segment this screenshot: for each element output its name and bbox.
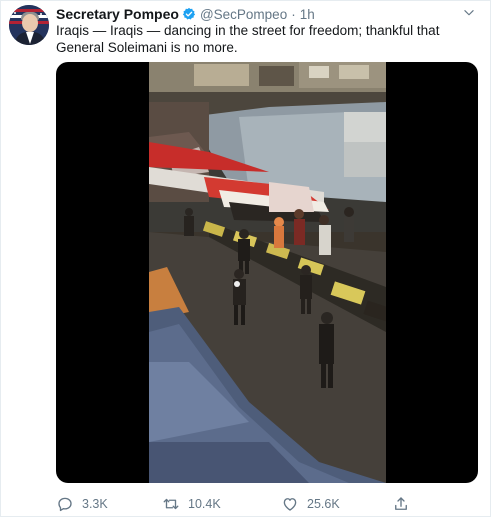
verified-badge-icon [182,7,196,20]
tweet-text-line: General Soleimani is no more. [56,40,238,55]
tweet-actions: 3.3K 10.4K 25.6K [56,494,456,514]
tweet-header: Secretary Pompeo @SecPompeo · 1h [56,6,315,22]
share-icon [395,497,407,510]
retweet-icon [163,498,179,510]
street-scene-image [149,62,386,483]
reply-count: 3.3K [82,497,108,511]
display-name[interactable]: Secretary Pompeo [56,6,179,22]
reply-icon [58,497,72,512]
tweet-text-line: Iraqis — Iraqis — dancing in the street … [56,23,440,38]
retweet-count: 10.4K [188,497,221,511]
separator-dot: · [291,6,296,22]
retweet-button[interactable]: 10.4K [162,494,221,514]
like-icon [283,498,297,511]
handle[interactable]: @SecPompeo [200,7,287,22]
chevron-down-icon[interactable] [462,6,476,20]
share-button[interactable] [392,494,418,514]
tweet-card[interactable]: Secretary Pompeo @SecPompeo · 1h Iraqis … [0,0,491,517]
timestamp[interactable]: 1h [300,7,315,22]
video-frame[interactable] [149,62,386,483]
video-player[interactable] [56,62,478,483]
avatar[interactable] [9,5,49,45]
avatar-face [22,14,38,32]
reply-button[interactable]: 3.3K [56,494,108,514]
like-count: 25.6K [307,497,340,511]
tweet-text: Iraqis — Iraqis — dancing in the street … [56,22,476,56]
like-button[interactable]: 25.6K [281,494,340,514]
